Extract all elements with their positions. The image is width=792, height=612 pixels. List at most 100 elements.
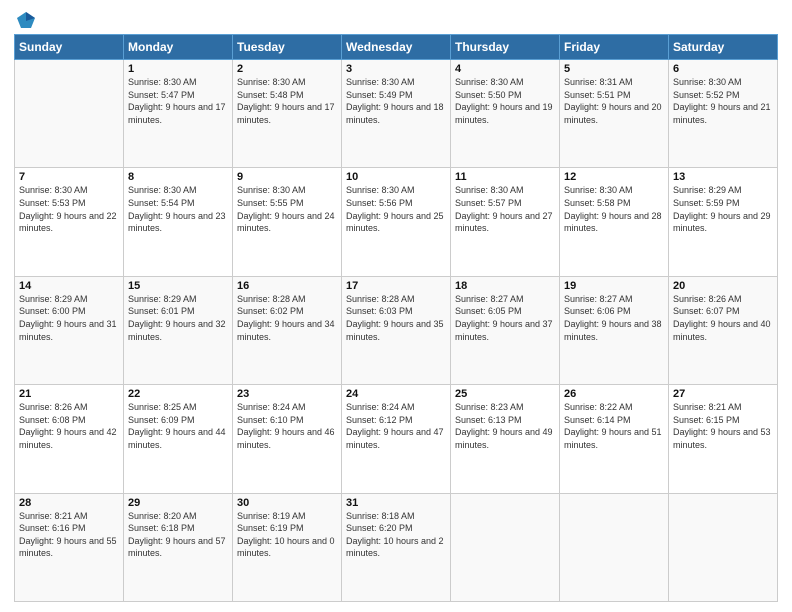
sunset-time: Sunset: 6:08 PM xyxy=(19,415,86,425)
daylight-hours: Daylight: 9 hours and 18 minutes. xyxy=(346,102,444,125)
day-info: Sunrise: 8:28 AM Sunset: 6:03 PM Dayligh… xyxy=(346,293,446,343)
sunrise-time: Sunrise: 8:25 AM xyxy=(128,402,197,412)
day-number: 17 xyxy=(346,280,446,292)
sunrise-time: Sunrise: 8:30 AM xyxy=(455,185,524,195)
day-info: Sunrise: 8:29 AM Sunset: 5:59 PM Dayligh… xyxy=(673,184,773,234)
daylight-hours: Daylight: 9 hours and 38 minutes. xyxy=(564,319,662,342)
col-friday: Friday xyxy=(560,35,669,60)
day-info: Sunrise: 8:30 AM Sunset: 5:47 PM Dayligh… xyxy=(128,76,228,126)
day-number: 18 xyxy=(455,280,555,292)
col-wednesday: Wednesday xyxy=(342,35,451,60)
day-info: Sunrise: 8:30 AM Sunset: 5:48 PM Dayligh… xyxy=(237,76,337,126)
sunrise-time: Sunrise: 8:18 AM xyxy=(346,511,415,521)
daylight-hours: Daylight: 9 hours and 19 minutes. xyxy=(455,102,553,125)
daylight-hours: Daylight: 9 hours and 24 minutes. xyxy=(237,211,335,234)
day-cell xyxy=(669,493,778,601)
daylight-hours: Daylight: 9 hours and 20 minutes. xyxy=(564,102,662,125)
day-number: 22 xyxy=(128,388,228,400)
day-number: 11 xyxy=(455,171,555,183)
week-row-4: 28 Sunrise: 8:21 AM Sunset: 6:16 PM Dayl… xyxy=(15,493,778,601)
day-number: 8 xyxy=(128,171,228,183)
sunset-time: Sunset: 5:48 PM xyxy=(237,90,304,100)
day-cell: 19 Sunrise: 8:27 AM Sunset: 6:06 PM Dayl… xyxy=(560,276,669,384)
sunrise-time: Sunrise: 8:29 AM xyxy=(673,185,742,195)
daylight-hours: Daylight: 9 hours and 46 minutes. xyxy=(237,427,335,450)
daylight-hours: Daylight: 9 hours and 53 minutes. xyxy=(673,427,771,450)
day-cell: 2 Sunrise: 8:30 AM Sunset: 5:48 PM Dayli… xyxy=(233,60,342,168)
day-number: 19 xyxy=(564,280,664,292)
sunset-time: Sunset: 6:03 PM xyxy=(346,306,413,316)
week-row-3: 21 Sunrise: 8:26 AM Sunset: 6:08 PM Dayl… xyxy=(15,385,778,493)
daylight-hours: Daylight: 9 hours and 57 minutes. xyxy=(128,536,226,559)
day-cell: 26 Sunrise: 8:22 AM Sunset: 6:14 PM Dayl… xyxy=(560,385,669,493)
day-number: 5 xyxy=(564,63,664,75)
sunset-time: Sunset: 6:16 PM xyxy=(19,523,86,533)
sunrise-time: Sunrise: 8:22 AM xyxy=(564,402,633,412)
sunrise-time: Sunrise: 8:30 AM xyxy=(128,185,197,195)
daylight-hours: Daylight: 9 hours and 42 minutes. xyxy=(19,427,117,450)
daylight-hours: Daylight: 9 hours and 27 minutes. xyxy=(455,211,553,234)
day-info: Sunrise: 8:30 AM Sunset: 5:55 PM Dayligh… xyxy=(237,184,337,234)
day-cell: 15 Sunrise: 8:29 AM Sunset: 6:01 PM Dayl… xyxy=(124,276,233,384)
sunrise-time: Sunrise: 8:29 AM xyxy=(19,294,88,304)
col-tuesday: Tuesday xyxy=(233,35,342,60)
sunset-time: Sunset: 5:47 PM xyxy=(128,90,195,100)
sunset-time: Sunset: 6:14 PM xyxy=(564,415,631,425)
day-cell xyxy=(451,493,560,601)
sunset-time: Sunset: 5:54 PM xyxy=(128,198,195,208)
day-number: 28 xyxy=(19,497,119,509)
day-info: Sunrise: 8:30 AM Sunset: 5:52 PM Dayligh… xyxy=(673,76,773,126)
sunset-time: Sunset: 6:13 PM xyxy=(455,415,522,425)
col-thursday: Thursday xyxy=(451,35,560,60)
daylight-hours: Daylight: 9 hours and 49 minutes. xyxy=(455,427,553,450)
day-cell: 25 Sunrise: 8:23 AM Sunset: 6:13 PM Dayl… xyxy=(451,385,560,493)
day-number: 1 xyxy=(128,63,228,75)
sunrise-time: Sunrise: 8:24 AM xyxy=(346,402,415,412)
day-info: Sunrise: 8:27 AM Sunset: 6:06 PM Dayligh… xyxy=(564,293,664,343)
day-cell: 22 Sunrise: 8:25 AM Sunset: 6:09 PM Dayl… xyxy=(124,385,233,493)
day-info: Sunrise: 8:22 AM Sunset: 6:14 PM Dayligh… xyxy=(564,401,664,451)
day-number: 24 xyxy=(346,388,446,400)
day-info: Sunrise: 8:30 AM Sunset: 5:54 PM Dayligh… xyxy=(128,184,228,234)
day-info: Sunrise: 8:30 AM Sunset: 5:58 PM Dayligh… xyxy=(564,184,664,234)
day-number: 31 xyxy=(346,497,446,509)
day-cell: 1 Sunrise: 8:30 AM Sunset: 5:47 PM Dayli… xyxy=(124,60,233,168)
day-cell: 17 Sunrise: 8:28 AM Sunset: 6:03 PM Dayl… xyxy=(342,276,451,384)
sunrise-time: Sunrise: 8:31 AM xyxy=(564,77,633,87)
sunset-time: Sunset: 6:18 PM xyxy=(128,523,195,533)
sunrise-time: Sunrise: 8:28 AM xyxy=(237,294,306,304)
sunset-time: Sunset: 5:51 PM xyxy=(564,90,631,100)
day-info: Sunrise: 8:29 AM Sunset: 6:00 PM Dayligh… xyxy=(19,293,119,343)
sunrise-time: Sunrise: 8:23 AM xyxy=(455,402,524,412)
daylight-hours: Daylight: 10 hours and 2 minutes. xyxy=(346,536,444,559)
week-row-2: 14 Sunrise: 8:29 AM Sunset: 6:00 PM Dayl… xyxy=(15,276,778,384)
sunset-time: Sunset: 5:52 PM xyxy=(673,90,740,100)
sunrise-time: Sunrise: 8:21 AM xyxy=(673,402,742,412)
day-info: Sunrise: 8:26 AM Sunset: 6:08 PM Dayligh… xyxy=(19,401,119,451)
day-cell: 29 Sunrise: 8:20 AM Sunset: 6:18 PM Dayl… xyxy=(124,493,233,601)
day-cell: 9 Sunrise: 8:30 AM Sunset: 5:55 PM Dayli… xyxy=(233,168,342,276)
sunrise-time: Sunrise: 8:30 AM xyxy=(455,77,524,87)
day-info: Sunrise: 8:30 AM Sunset: 5:57 PM Dayligh… xyxy=(455,184,555,234)
sunset-time: Sunset: 5:56 PM xyxy=(346,198,413,208)
weekday-header-row: Sunday Monday Tuesday Wednesday Thursday… xyxy=(15,35,778,60)
day-cell: 7 Sunrise: 8:30 AM Sunset: 5:53 PM Dayli… xyxy=(15,168,124,276)
sunrise-time: Sunrise: 8:19 AM xyxy=(237,511,306,521)
sunset-time: Sunset: 6:06 PM xyxy=(564,306,631,316)
daylight-hours: Daylight: 9 hours and 31 minutes. xyxy=(19,319,117,342)
sunset-time: Sunset: 6:02 PM xyxy=(237,306,304,316)
sunset-time: Sunset: 5:50 PM xyxy=(455,90,522,100)
day-number: 29 xyxy=(128,497,228,509)
day-info: Sunrise: 8:24 AM Sunset: 6:12 PM Dayligh… xyxy=(346,401,446,451)
daylight-hours: Daylight: 9 hours and 32 minutes. xyxy=(128,319,226,342)
daylight-hours: Daylight: 9 hours and 21 minutes. xyxy=(673,102,771,125)
day-cell xyxy=(15,60,124,168)
week-row-0: 1 Sunrise: 8:30 AM Sunset: 5:47 PM Dayli… xyxy=(15,60,778,168)
col-monday: Monday xyxy=(124,35,233,60)
day-cell: 6 Sunrise: 8:30 AM Sunset: 5:52 PM Dayli… xyxy=(669,60,778,168)
day-number: 14 xyxy=(19,280,119,292)
daylight-hours: Daylight: 9 hours and 29 minutes. xyxy=(673,211,771,234)
day-cell: 5 Sunrise: 8:31 AM Sunset: 5:51 PM Dayli… xyxy=(560,60,669,168)
day-number: 20 xyxy=(673,280,773,292)
day-number: 21 xyxy=(19,388,119,400)
